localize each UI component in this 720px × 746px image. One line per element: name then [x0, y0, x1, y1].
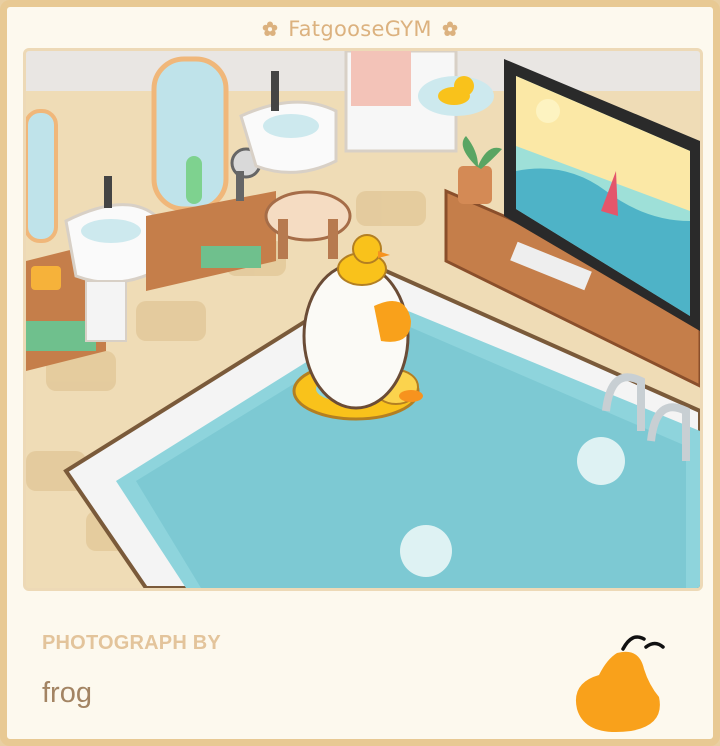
photo-caption: PHOTOGRAPH BY frog [7, 589, 713, 739]
goose-logo-icon [575, 635, 665, 733]
flower-icon [442, 21, 458, 36]
photographer-name: frog [42, 677, 92, 709]
photo-card: FatgooseGYM PHOTOGRAPH BY frog [0, 0, 720, 746]
game-screenshot [23, 48, 703, 591]
app-title: FatgooseGYM [288, 17, 432, 41]
card-header: FatgooseGYM [7, 7, 713, 51]
flower-icon [262, 21, 278, 36]
photograph-by-label: PHOTOGRAPH BY [42, 632, 221, 654]
bathroom-pool-scene [26, 51, 700, 588]
